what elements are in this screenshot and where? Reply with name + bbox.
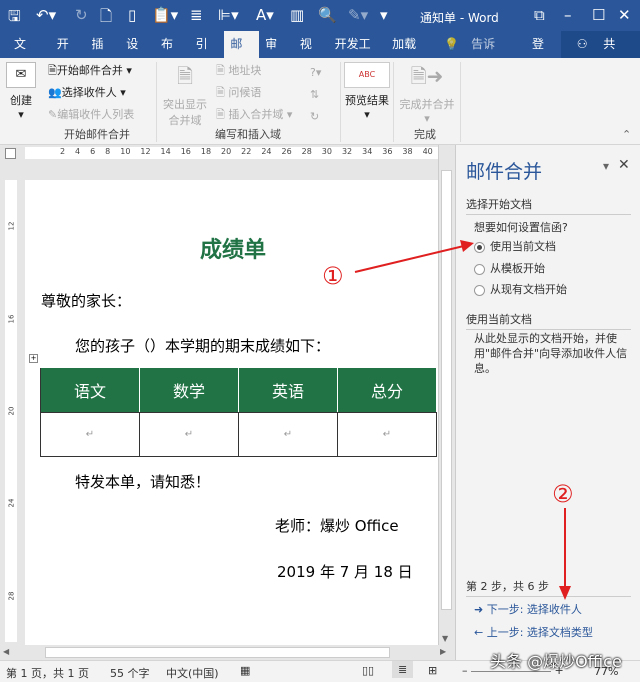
watermark: 头条 @爆炒Office: [490, 652, 622, 671]
annotation-arrows: [354, 240, 571, 600]
arrow-1: [354, 244, 469, 273]
arrowhead-2: [559, 586, 571, 600]
annotation-1: ①: [322, 262, 344, 290]
annotation-2: ②: [552, 480, 574, 508]
arrowhead-1: [460, 240, 474, 252]
